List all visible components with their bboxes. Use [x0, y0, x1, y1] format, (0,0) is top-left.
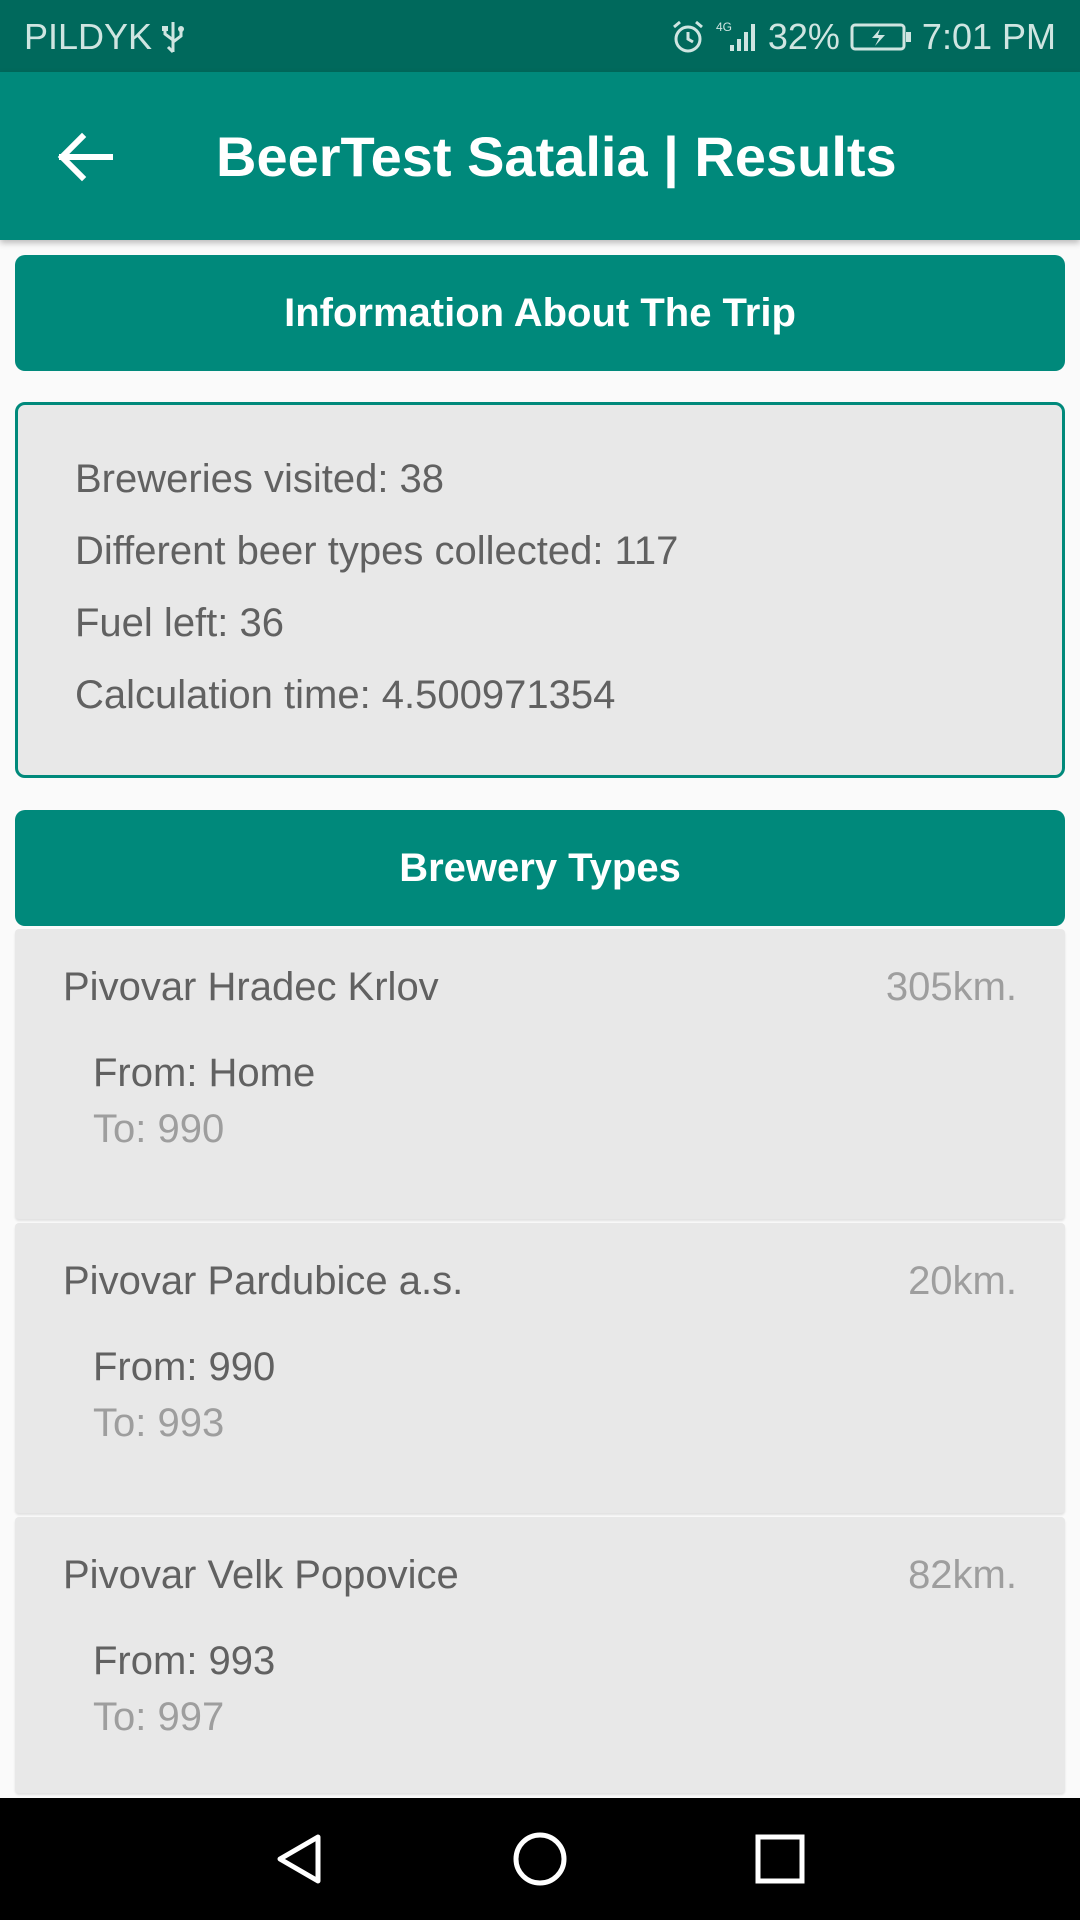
battery-charging-icon	[850, 21, 912, 53]
brewery-name: Pivovar Hradec Krlov	[63, 965, 439, 1009]
page-title: BeerTest Satalia | Results	[216, 125, 897, 188]
carrier-label: PILDYK	[24, 16, 153, 57]
recents-square-icon	[755, 1834, 805, 1884]
arrow-back-icon	[57, 132, 113, 182]
system-nav-bar	[0, 1798, 1080, 1920]
route-to: To: 997	[93, 1695, 225, 1739]
alarm-icon	[670, 19, 706, 55]
back-triangle-icon	[277, 1834, 321, 1884]
brewery-types-header: Brewery Types	[15, 810, 1065, 926]
route-to: To: 993	[93, 1401, 225, 1445]
clock: 7:01 PM	[921, 16, 1056, 57]
brewery-distance: 305km.	[885, 965, 1017, 1009]
list-item[interactable]: Pivovar Velk Popovice 82km. From: 993 To…	[15, 1517, 1065, 1793]
calculation-time: Calculation time: 4.500971354	[75, 673, 616, 717]
battery-percent: 32%	[767, 16, 840, 57]
list-item[interactable]: Pivovar Hradec Krlov 305km. From: Home T…	[15, 929, 1065, 1219]
brewery-distance: 82km.	[908, 1553, 1017, 1597]
trip-info-header: Information About The Trip	[15, 255, 1065, 371]
breweries-visited: Breweries visited: 38	[75, 457, 445, 501]
back-button[interactable]	[50, 122, 120, 192]
route-from: From: 993	[93, 1639, 276, 1683]
trip-info-box: Breweries visited: 38 Different beer typ…	[15, 402, 1065, 778]
brewery-distance: 20km.	[908, 1259, 1017, 1303]
route-from: From: 990	[93, 1345, 276, 1389]
fuel-left: Fuel left: 36	[75, 601, 285, 645]
route-from: From: Home	[93, 1051, 316, 1095]
svg-text:4G: 4G	[716, 20, 732, 34]
home-circle-icon	[513, 1832, 567, 1886]
network-4g-icon: 4G	[716, 19, 758, 55]
status-bar: PILDYK 4G 32% 7:01 PM	[0, 0, 1080, 72]
route-to: To: 990	[93, 1107, 225, 1151]
nav-recents-button[interactable]	[750, 1829, 810, 1889]
app-bar: BeerTest Satalia | Results	[0, 72, 1080, 240]
beer-types-collected: Different beer types collected: 117	[75, 529, 679, 573]
nav-home-button[interactable]	[510, 1829, 570, 1889]
list-item[interactable]: Pivovar Pardubice a.s. 20km. From: 990 T…	[15, 1223, 1065, 1513]
usb-icon	[160, 20, 186, 54]
brewery-name: Pivovar Velk Popovice	[63, 1553, 459, 1597]
brewery-name: Pivovar Pardubice a.s.	[63, 1259, 464, 1303]
nav-back-button[interactable]	[270, 1829, 330, 1889]
